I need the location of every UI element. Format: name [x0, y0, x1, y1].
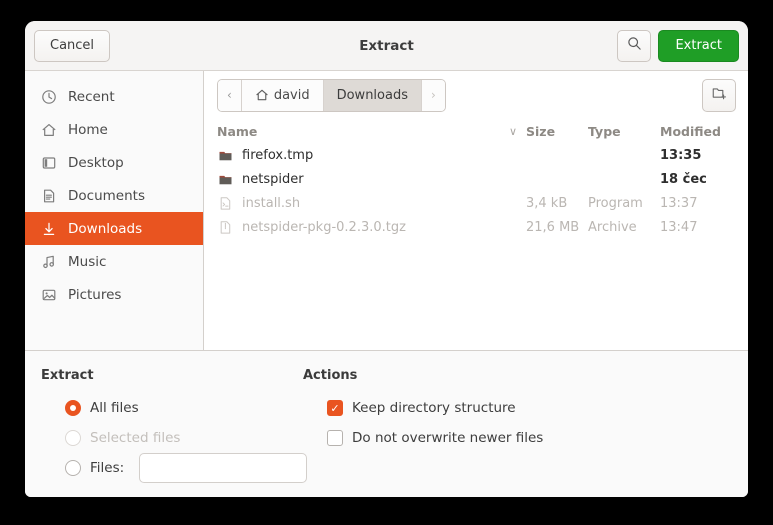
- sidebar-item-label: Downloads: [68, 220, 143, 237]
- script-icon: [217, 195, 233, 211]
- file-size: 21,6 MB: [526, 219, 580, 235]
- home-icon: [40, 121, 57, 138]
- file-modified: 18 čec: [660, 171, 707, 187]
- sidebar-item-recent[interactable]: Recent: [25, 80, 203, 113]
- create-folder-button[interactable]: [702, 78, 736, 112]
- column-header-size[interactable]: Size: [526, 124, 588, 139]
- radio-selected-files-label: Selected files: [90, 430, 181, 446]
- file-size: 3,4 kB: [526, 195, 568, 211]
- cancel-button[interactable]: Cancel: [34, 29, 111, 62]
- music-icon: [40, 253, 57, 270]
- file-list: firefox.tmp 13:35 netspider 18 čec insta…: [204, 143, 748, 350]
- column-header-type[interactable]: Type: [588, 124, 660, 139]
- checkbox-no-overwrite-label: Do not overwrite newer files: [352, 430, 544, 446]
- sidebar-item-downloads[interactable]: Downloads: [25, 212, 203, 245]
- picture-icon: [40, 286, 57, 303]
- breadcrumb-item-label: david: [273, 87, 310, 103]
- table-row[interactable]: firefox.tmp 13:35: [204, 143, 748, 167]
- files-input[interactable]: [139, 453, 308, 483]
- document-icon: [40, 187, 57, 204]
- clock-icon: [40, 88, 57, 105]
- download-icon: [40, 220, 57, 237]
- radio-selected-files: [65, 430, 81, 446]
- extract-group-title: Extract: [41, 368, 94, 383]
- radio-row-selected-files: Selected files: [41, 423, 303, 453]
- search-icon: [627, 36, 642, 55]
- sidebar-item-label: Recent: [68, 88, 115, 105]
- radio-row-files[interactable]: Files:: [41, 453, 308, 483]
- breadcrumb-item-downloads[interactable]: Downloads: [323, 79, 422, 111]
- extract-dialog-window: Cancel Extract Extract Recent Home Deskt…: [25, 21, 748, 497]
- dialog-body: Recent Home Desktop Documents Downloads …: [25, 71, 748, 350]
- radio-files[interactable]: [65, 460, 81, 476]
- extract-button[interactable]: Extract: [658, 29, 739, 62]
- actions-options-group: Actions ✓ Keep directory structure Do no…: [303, 368, 543, 497]
- new-folder-icon: [711, 85, 728, 106]
- table-row[interactable]: install.sh 3,4 kB Program 13:37: [204, 191, 748, 215]
- search-button[interactable]: [617, 29, 652, 62]
- cancel-button-label: Cancel: [50, 38, 95, 53]
- archive-icon: [217, 219, 233, 235]
- breadcrumb-item-david[interactable]: david: [241, 79, 324, 111]
- sort-chevron-down-icon[interactable]: ∨: [500, 125, 526, 138]
- sidebar-item-label: Home: [68, 121, 108, 138]
- folder-icon: [217, 147, 233, 163]
- chevron-left-icon: ‹: [227, 88, 232, 102]
- sidebar-item-desktop[interactable]: Desktop: [25, 146, 203, 179]
- actions-group-title: Actions: [303, 368, 358, 383]
- file-type: Archive: [588, 219, 637, 235]
- file-modified: 13:47: [660, 219, 698, 235]
- sidebar-item-label: Music: [68, 253, 107, 270]
- file-modified: 13:37: [660, 195, 698, 211]
- extract-button-label: Extract: [675, 38, 722, 53]
- breadcrumb-item-label: Downloads: [336, 87, 408, 103]
- sidebar-item-home[interactable]: Home: [25, 113, 203, 146]
- radio-all-files-label: All files: [90, 400, 139, 416]
- checkmark-icon: ✓: [330, 401, 340, 415]
- sidebar-item-label: Pictures: [68, 286, 122, 303]
- options-panel: Extract All files Selected files Files: …: [25, 350, 748, 497]
- home-icon: [255, 88, 269, 102]
- file-name: install.sh: [242, 195, 301, 211]
- sidebar-item-label: Desktop: [68, 154, 124, 171]
- header-bar: Cancel Extract Extract: [25, 21, 748, 71]
- column-header-name[interactable]: Name: [217, 124, 500, 139]
- checkbox-row-no-overwrite[interactable]: Do not overwrite newer files: [303, 423, 543, 453]
- file-name: netspider-pkg-0.2.3.0.tgz: [242, 219, 406, 235]
- sidebar-item-documents[interactable]: Documents: [25, 179, 203, 212]
- checkbox-keep-structure[interactable]: ✓: [327, 400, 343, 416]
- file-browser-pane: ‹ david Downloads › Name ∨ Size Type Mod…: [204, 71, 748, 350]
- breadcrumb: ‹ david Downloads ›: [217, 78, 446, 112]
- file-type: Program: [588, 195, 643, 211]
- sidebar-item-label: Documents: [68, 187, 145, 204]
- file-name: firefox.tmp: [242, 147, 314, 163]
- table-row[interactable]: netspider 18 čec: [204, 167, 748, 191]
- radio-all-files[interactable]: [65, 400, 81, 416]
- file-list-column-headers: Name ∨ Size Type Modified: [204, 119, 748, 143]
- file-modified: 13:35: [660, 147, 702, 163]
- checkbox-row-keep-structure[interactable]: ✓ Keep directory structure: [303, 393, 543, 423]
- sidebar-item-pictures[interactable]: Pictures: [25, 278, 203, 311]
- folder-icon: [217, 171, 233, 187]
- table-row[interactable]: netspider-pkg-0.2.3.0.tgz 21,6 MB Archiv…: [204, 215, 748, 239]
- sidebar-item-music[interactable]: Music: [25, 245, 203, 278]
- breadcrumb-forward-button[interactable]: ›: [422, 79, 445, 111]
- places-sidebar: Recent Home Desktop Documents Downloads …: [25, 71, 204, 350]
- header-actions: Extract: [617, 29, 739, 62]
- radio-row-all-files[interactable]: All files: [41, 393, 303, 423]
- chevron-right-icon: ›: [431, 88, 436, 102]
- radio-files-label: Files:: [90, 460, 125, 476]
- path-bar-row: ‹ david Downloads ›: [204, 71, 748, 119]
- desktop-icon: [40, 154, 57, 171]
- breadcrumb-back-button[interactable]: ‹: [218, 79, 242, 111]
- file-name: netspider: [242, 171, 304, 187]
- column-header-modified[interactable]: Modified: [660, 124, 732, 139]
- checkbox-no-overwrite[interactable]: [327, 430, 343, 446]
- checkbox-keep-structure-label: Keep directory structure: [352, 400, 516, 416]
- extract-options-group: Extract All files Selected files Files:: [41, 368, 308, 497]
